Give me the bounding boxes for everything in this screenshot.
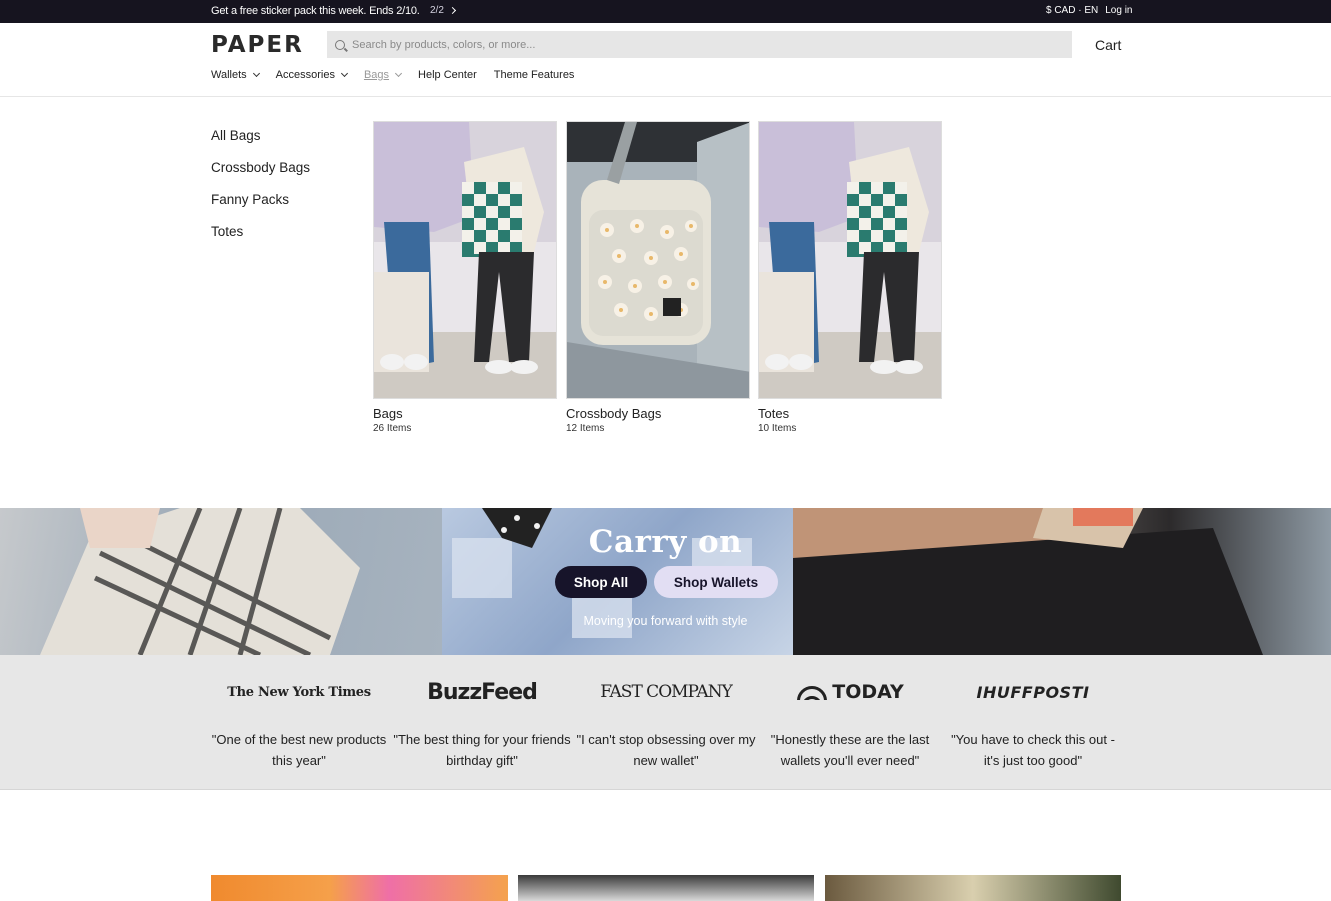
nyt-logo: The New York Times xyxy=(227,684,371,700)
nav-item-label: Bags xyxy=(363,69,390,81)
press-item-buzzfeed: BuzzFeed "The best thing for your friend… xyxy=(392,655,572,771)
collection-title[interactable]: Bags xyxy=(373,406,557,421)
press-section: The New York Times "One of the best new … xyxy=(0,655,1331,789)
announcement-bar: Get a free sticker pack this week. Ends … xyxy=(0,0,1331,23)
chevron-right-icon[interactable] xyxy=(448,6,456,15)
chevron-down-icon xyxy=(394,69,403,78)
press-quote: "I can't stop obsessing over my new wall… xyxy=(576,732,756,768)
product-tile-3[interactable] xyxy=(825,875,1121,901)
shop-wallets-button[interactable]: Shop Wallets xyxy=(654,566,778,598)
press-quote: "Honestly these are the last wallets you… xyxy=(770,732,930,768)
collection-card-crossbody-bags[interactable]: Crossbody Bags 12 Items xyxy=(566,121,750,434)
nav-item-help-center[interactable]: Help Center xyxy=(418,69,477,81)
product-tile-1[interactable] xyxy=(211,875,508,901)
press-logo: The New York Times xyxy=(209,655,389,729)
main-nav: Wallets Accessories Bags Help Center The… xyxy=(211,69,591,81)
nav-item-accessories[interactable]: Accessories xyxy=(275,69,348,81)
fast-company-logo: FAST COMPANY xyxy=(600,682,733,702)
collection-title[interactable]: Totes xyxy=(758,406,942,421)
collection-title[interactable]: Crossbody Bags xyxy=(566,406,750,421)
press-logo: BuzzFeed xyxy=(392,655,572,729)
collection-card-bags[interactable]: Bags 26 Items xyxy=(373,121,557,434)
currency-language-selector[interactable]: $ CAD · EN xyxy=(1046,5,1098,16)
today-logo-text: TODAY xyxy=(832,681,904,703)
site-logo[interactable]: PAPER xyxy=(211,32,304,58)
submenu-link-all-bags[interactable]: All Bags xyxy=(211,128,310,160)
press-logo: TODAY xyxy=(760,655,940,729)
hero-subtitle: Moving you forward with style xyxy=(583,614,748,628)
nav-item-wallets[interactable]: Wallets xyxy=(211,69,260,81)
today-sun-icon xyxy=(796,684,828,700)
cart-link[interactable]: Cart xyxy=(1095,37,1121,53)
nav-item-label: Wallets xyxy=(211,69,247,81)
chevron-down-icon xyxy=(252,69,260,78)
press-quote: "You have to check this out - it's just … xyxy=(951,732,1115,768)
collection-card-totes[interactable]: Totes 10 Items xyxy=(758,121,942,434)
nav-item-label: Help Center xyxy=(418,69,477,81)
search-icon xyxy=(335,39,345,50)
shop-all-button[interactable]: Shop All xyxy=(555,566,647,598)
collection-count: 26 Items xyxy=(373,423,412,434)
press-quote: "One of the best new products this year" xyxy=(211,732,387,768)
collection-image-totes[interactable] xyxy=(758,121,942,399)
press-item-nyt: The New York Times "One of the best new … xyxy=(209,655,389,771)
submenu-link-crossbody-bags[interactable]: Crossbody Bags xyxy=(211,160,310,192)
press-item-huffpost: IHUFFPOSTI "You have to check this out -… xyxy=(943,655,1123,771)
product-tile-2[interactable] xyxy=(518,875,814,901)
buzzfeed-logo: BuzzFeed xyxy=(427,679,538,705)
collection-count: 10 Items xyxy=(758,423,797,434)
collection-image-crossbody-bags[interactable] xyxy=(566,121,750,399)
huffpost-logo: IHUFFPOSTI xyxy=(976,682,1090,702)
hero-title: Carry on xyxy=(588,524,743,560)
press-item-fast-company: FAST COMPANY "I can't stop obsessing ove… xyxy=(576,655,756,771)
collection-image-bags[interactable] xyxy=(373,121,557,399)
login-link[interactable]: Log in xyxy=(1105,5,1132,16)
search-input[interactable] xyxy=(352,38,1052,51)
chevron-down-icon xyxy=(340,69,348,78)
press-logo: FAST COMPANY xyxy=(576,655,756,729)
announcement-pager-count: 2/2 xyxy=(430,5,444,16)
announcement-text: Get a free sticker pack this week. Ends … xyxy=(211,5,420,17)
nav-item-theme-features[interactable]: Theme Features xyxy=(494,69,575,81)
submenu-link-totes[interactable]: Totes xyxy=(211,224,310,256)
nav-item-label: Accessories xyxy=(275,69,335,81)
bags-submenu: All Bags Crossbody Bags Fanny Packs Tote… xyxy=(211,128,310,256)
nav-item-label: Theme Features xyxy=(493,69,575,81)
press-item-today: TODAY "Honestly these are the last walle… xyxy=(760,655,940,771)
header-divider xyxy=(0,96,1331,97)
hero-banner: Carry on Shop All Shop Wallets Moving yo… xyxy=(0,508,1331,655)
press-logo: IHUFFPOSTI xyxy=(943,655,1123,729)
today-logo: TODAY xyxy=(796,681,904,703)
utility-links: $ CAD · EN Log in xyxy=(1046,5,1132,16)
collection-count: 12 Items xyxy=(566,423,605,434)
announcement-pager[interactable]: 2/2 xyxy=(430,5,456,16)
submenu-link-fanny-packs[interactable]: Fanny Packs xyxy=(211,192,310,224)
hero-buttons: Shop All Shop Wallets xyxy=(555,566,778,598)
press-quote: "The best thing for your friends birthda… xyxy=(393,732,571,768)
press-divider xyxy=(0,789,1331,790)
search-bar[interactable] xyxy=(327,31,1072,58)
nav-item-bags[interactable]: Bags xyxy=(363,69,403,81)
